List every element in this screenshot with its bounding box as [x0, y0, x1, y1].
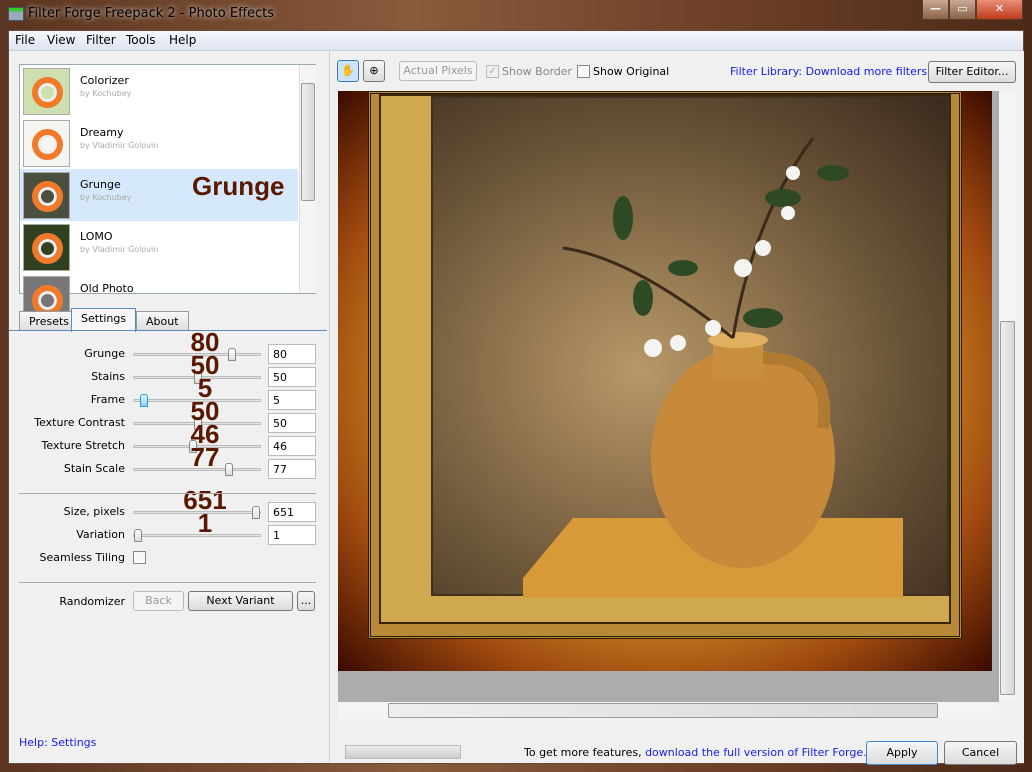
- promo-prefix: To get more features,: [524, 746, 646, 759]
- setting-label: Frame: [90, 393, 125, 406]
- main-window: File View Filter Tools Help Colorizer by …: [8, 30, 1024, 765]
- filter-name: Grunge: [80, 178, 121, 191]
- menu-filter[interactable]: Filter: [86, 33, 116, 47]
- actual-pixels-button[interactable]: Actual Pixels: [399, 61, 477, 81]
- zoom-tool-icon[interactable]: ⊕: [363, 60, 385, 82]
- setting-value-input[interactable]: 50: [268, 367, 316, 387]
- show-border-checkbox[interactable]: ✓: [486, 65, 499, 78]
- preview-panel: ✋ ⊕ Actual Pixels ✓ Show Border Show Ori…: [329, 51, 1024, 765]
- filter-name: Dreamy: [80, 126, 124, 139]
- menu-file[interactable]: File: [15, 33, 35, 47]
- filter-author: by Vladimir Golovin: [80, 141, 159, 150]
- setting-value-input[interactable]: 80: [268, 344, 316, 364]
- selected-filter-overlay: Grunge: [192, 171, 285, 201]
- randomizer-label: Randomizer: [59, 595, 125, 608]
- filter-list-scrollbar[interactable]: [299, 65, 316, 293]
- filter-name: LOMO: [80, 230, 113, 243]
- preview-image: [338, 91, 992, 671]
- close-button[interactable]: ✕: [976, 0, 1023, 20]
- back-button[interactable]: Back: [133, 591, 184, 611]
- setting-label: Texture Contrast: [34, 416, 125, 429]
- preview-horizontal-scrollbar[interactable]: [338, 702, 999, 719]
- hand-tool-icon[interactable]: ✋: [337, 60, 359, 82]
- show-original-label: Show Original: [593, 65, 670, 78]
- setting-value-input[interactable]: 77: [268, 459, 316, 479]
- setting-value-input[interactable]: 651: [268, 502, 316, 522]
- filter-author: by Kochubey: [80, 193, 132, 202]
- setting-label: Size, pixels: [63, 505, 125, 518]
- setting-label: Stain Scale: [63, 462, 125, 475]
- preview-canvas[interactable]: [338, 91, 999, 702]
- show-border-label: Show Border: [502, 65, 573, 78]
- setting-label: Stains: [91, 370, 125, 383]
- seamless-tiling-label: Seamless Tiling: [39, 551, 126, 564]
- seamless-tiling-checkbox[interactable]: [133, 551, 146, 564]
- tab-about[interactable]: About: [136, 311, 189, 331]
- filter-author: by Vladimir Golovin: [80, 245, 159, 254]
- preview-vertical-scrollbar[interactable]: [999, 91, 1016, 702]
- scrollbar-thumb[interactable]: [301, 83, 315, 201]
- setting-label: Variation: [76, 528, 125, 541]
- window-title: Filter Forge Freepack 2 - Photo Effects: [28, 6, 275, 21]
- filter-thumbnail: [23, 68, 70, 115]
- filter-author: by Kochubey: [80, 89, 132, 98]
- filter-item[interactable]: LOMO by Vladimir Golovin: [20, 221, 298, 273]
- filter-editor-button[interactable]: Filter Editor...: [928, 61, 1016, 83]
- more-button[interactable]: ...: [297, 591, 315, 611]
- filter-list: Colorizer by Kochubey Dreamy by Vladimir Go…: [19, 64, 316, 323]
- filter-thumbnail: [23, 120, 70, 167]
- cancel-button[interactable]: Cancel: [944, 741, 1017, 765]
- apply-button[interactable]: Apply: [866, 741, 938, 765]
- setting-value-input[interactable]: 5: [268, 390, 316, 410]
- still-life-painting: [431, 96, 949, 598]
- divider: [19, 582, 316, 583]
- filter-item[interactable]: Dreamy by Vladimir Golovin: [20, 117, 298, 169]
- setting-label: Grunge: [84, 347, 125, 360]
- filter-library-link[interactable]: Filter Library: Download more filters: [730, 65, 927, 78]
- menu-bar: File View Filter Tools Help: [9, 31, 1023, 51]
- next-variant-button[interactable]: Next Variant: [188, 591, 293, 611]
- slider-thumb[interactable]: [140, 394, 148, 407]
- help-link[interactable]: Help: Settings: [19, 736, 96, 749]
- filter-name: Old Photo: [80, 282, 134, 295]
- maximize-button[interactable]: ▭: [949, 0, 976, 20]
- setting-value-input[interactable]: 1: [268, 525, 316, 545]
- slider-thumb[interactable]: [134, 529, 142, 542]
- picture-frame: [368, 91, 962, 639]
- download-full-version-link[interactable]: download the full version of Filter Forg…: [645, 746, 867, 759]
- minimize-button[interactable]: —: [922, 0, 949, 20]
- show-original-checkbox[interactable]: [577, 65, 590, 78]
- scrollbar-thumb[interactable]: [388, 703, 938, 718]
- scrollbar-thumb[interactable]: [1000, 321, 1015, 695]
- title-bar: Filter Forge Freepack 2 - Photo Effects …: [0, 0, 1032, 30]
- menu-view[interactable]: View: [47, 33, 75, 47]
- menu-tools[interactable]: Tools: [126, 33, 156, 47]
- value-overlay: 77: [190, 442, 220, 472]
- setting-value-input[interactable]: 50: [268, 413, 316, 433]
- filter-thumbnail: [23, 224, 70, 271]
- tab-settings[interactable]: Settings: [71, 308, 137, 332]
- menu-help[interactable]: Help: [169, 33, 196, 47]
- divider: [19, 493, 316, 494]
- progress-bar: [345, 745, 461, 759]
- filter-item[interactable]: Colorizer by Kochubey: [20, 65, 298, 117]
- app-icon: [8, 7, 24, 21]
- setting-label: Texture Stretch: [41, 439, 125, 452]
- value-overlay: 1: [197, 508, 213, 538]
- filter-name: Colorizer: [80, 74, 129, 87]
- filter-thumbnail: [23, 172, 70, 219]
- promo-text: To get more features, download the full …: [524, 746, 867, 759]
- setting-value-input[interactable]: 46: [268, 436, 316, 456]
